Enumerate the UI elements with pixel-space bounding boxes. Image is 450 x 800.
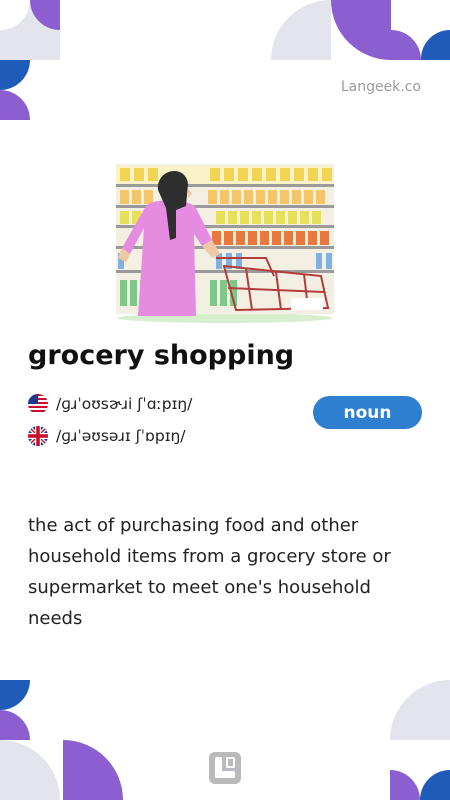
woman-shopping-in-supermarket-aisle-illustration <box>116 164 334 323</box>
entry-word: grocery shopping <box>28 340 295 371</box>
part-of-speech-badge: noun <box>313 396 422 429</box>
decor-shape <box>390 770 420 800</box>
decor-shape <box>0 710 30 740</box>
uk-flag-icon[interactable] <box>28 426 48 446</box>
decor-shape <box>391 30 421 60</box>
pronunciation-uk[interactable]: /ɡɹˈəʊsəɹɪ ʃˈɒpɪŋ/ <box>28 426 186 446</box>
decor-shape <box>0 740 60 800</box>
decor-shape <box>331 0 391 60</box>
pronunciation-ipa: /ɡɹˈoʊsɚɹi ʃˈɑːpɪŋ/ <box>56 395 193 413</box>
decor-shape <box>271 0 331 60</box>
pronunciation-us[interactable]: /ɡɹˈoʊsɚɹi ʃˈɑːpɪŋ/ <box>28 394 192 414</box>
decor-shape <box>390 680 450 740</box>
pronunciation-ipa: /ɡɹˈəʊsəɹɪ ʃˈɒpɪŋ/ <box>56 427 186 445</box>
decor-shape <box>421 30 450 60</box>
decor-shape <box>0 90 30 120</box>
decor-shape <box>0 680 30 710</box>
decor-shape <box>0 60 30 90</box>
definition-text: the act of purchasing food and other hou… <box>28 515 391 629</box>
langeek-logo-icon <box>209 752 241 784</box>
decor-shape <box>63 740 123 800</box>
site-brand-label[interactable]: Langeek.co <box>341 79 421 95</box>
decor-shape <box>420 770 450 800</box>
us-flag-icon[interactable] <box>28 394 48 414</box>
